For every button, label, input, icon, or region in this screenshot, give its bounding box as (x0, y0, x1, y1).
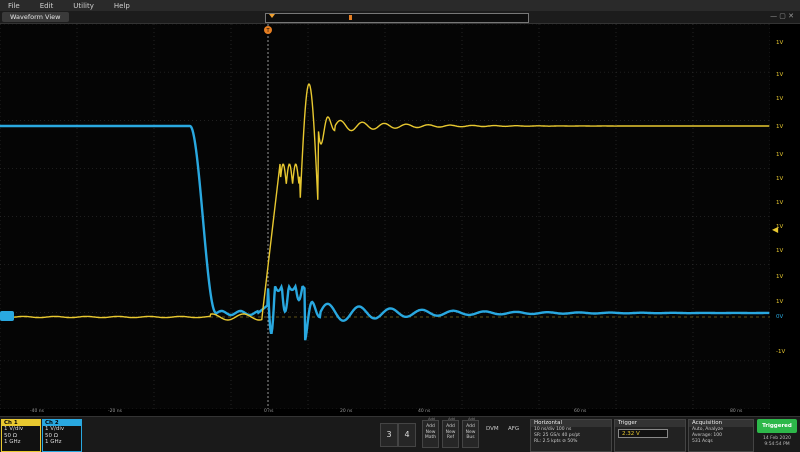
ch4-label: 4 (404, 430, 410, 439)
level-label: 1V (776, 96, 784, 102)
afg-button[interactable]: AFG (508, 426, 519, 432)
waveform-svg: T (0, 24, 770, 409)
level-label: 1V (776, 299, 784, 305)
trigger-title: Trigger (615, 420, 685, 427)
level-label: 1V (776, 40, 784, 46)
level-label: 1V (776, 200, 784, 206)
ch2-ground-marker-icon[interactable] (0, 311, 14, 321)
level-markers: 1V 1V 1V 1V 1V 1V 1V 1V 1V 1V 1V -1V 0V … (770, 24, 800, 409)
level-label: 1V (776, 152, 784, 158)
acquisition-panel[interactable]: Acquisition Auto, Analyze Average: 100 5… (688, 419, 754, 452)
date-time: 14 Feb 2020 9:54:54 PM (755, 436, 799, 448)
ch3-button[interactable]: 3 (380, 423, 398, 447)
trigger-position-marker-icon (269, 14, 275, 18)
time-tick: 0 ns (264, 409, 274, 414)
ch1-waveform-trace (0, 83, 770, 321)
time-tick: -20 ns (108, 409, 122, 414)
level-label: 1V (776, 248, 784, 254)
add-math-label: Add New Math (424, 424, 437, 440)
add-tag: Add (448, 417, 455, 421)
overview-window-indicator[interactable] (349, 15, 352, 20)
trigger-level-value: 2.32 V (618, 429, 668, 438)
time-tick: -40 ns (30, 409, 44, 414)
acquisition-row: 531 Acqs (692, 439, 713, 444)
level-label: 1V (776, 176, 784, 182)
add-new-ref-button[interactable]: Add Add New Ref (442, 417, 459, 448)
ch1-bandwidth: 1 GHz (4, 439, 21, 445)
waveform-display[interactable]: T (0, 24, 770, 409)
time-axis: -40 ns -20 ns 0 ns 20 ns 40 ns 60 ns 80 … (0, 409, 800, 416)
horizontal-title: Horizontal (531, 420, 611, 427)
control-bar: Ch 1 1 V/div 50 Ω 1 GHz Ch 2 1 V/div 50 … (0, 416, 800, 452)
menu-utility[interactable]: Utility (73, 2, 94, 10)
time-tick: 80 ns (730, 409, 743, 414)
trigger-level-arrow-icon[interactable]: ◀ (772, 225, 778, 234)
time-tick: 60 ns (574, 409, 587, 414)
add-tag: Add (468, 417, 475, 421)
menu-edit[interactable]: Edit (40, 2, 54, 10)
waveform-view-header: Waveform View — ▢ ✕ (0, 11, 800, 24)
menu-help[interactable]: Help (114, 2, 130, 10)
menu-bar: File Edit Utility Help (0, 0, 800, 11)
horizontal-panel[interactable]: Horizontal 10 ns/div 100 ns SR: 25 GS/s … (530, 419, 612, 452)
ch1-badge[interactable]: Ch 1 1 V/div 50 Ω 1 GHz (1, 419, 41, 452)
ch3-label: 3 (386, 430, 392, 439)
time-tick: 20 ns (340, 409, 353, 414)
graticule (0, 24, 770, 409)
acquisition-title: Acquisition (689, 420, 753, 427)
window-controls[interactable]: — ▢ ✕ (770, 12, 794, 20)
level-label: 1V (776, 72, 784, 78)
ch4-button[interactable]: 4 (398, 423, 416, 447)
level-label: 1V (776, 124, 784, 130)
add-new-math-button[interactable]: Add Add New Math (422, 417, 439, 448)
triggered-status-button[interactable]: Triggered (757, 419, 797, 433)
add-bus-label: Add New Bus (465, 424, 476, 440)
ch2-bandwidth: 1 GHz (45, 439, 62, 445)
record-overview-bar[interactable] (265, 13, 529, 23)
trigger-panel[interactable]: Trigger 2.32 V (614, 419, 686, 452)
add-tag: Add (428, 417, 435, 421)
ch2-level-label: 0V (776, 314, 784, 320)
horizontal-row: RL: 2.5 kpts ⊘ 50% (534, 439, 578, 444)
dvm-button[interactable]: DVM (486, 426, 499, 432)
ch2-waveform-trace (0, 124, 770, 341)
level-label: 1V (776, 274, 784, 280)
waveform-view-tab[interactable]: Waveform View (2, 12, 69, 22)
add-ref-label: Add New Ref (445, 424, 456, 440)
time-text: 9:54:54 PM (764, 442, 790, 447)
ch2-badge[interactable]: Ch 2 1 V/div 50 Ω 1 GHz (42, 419, 82, 452)
time-tick: 40 ns (418, 409, 431, 414)
add-new-bus-button[interactable]: Add Add New Bus (462, 417, 479, 448)
level-label: -1V (776, 349, 786, 355)
menu-file[interactable]: File (8, 2, 20, 10)
